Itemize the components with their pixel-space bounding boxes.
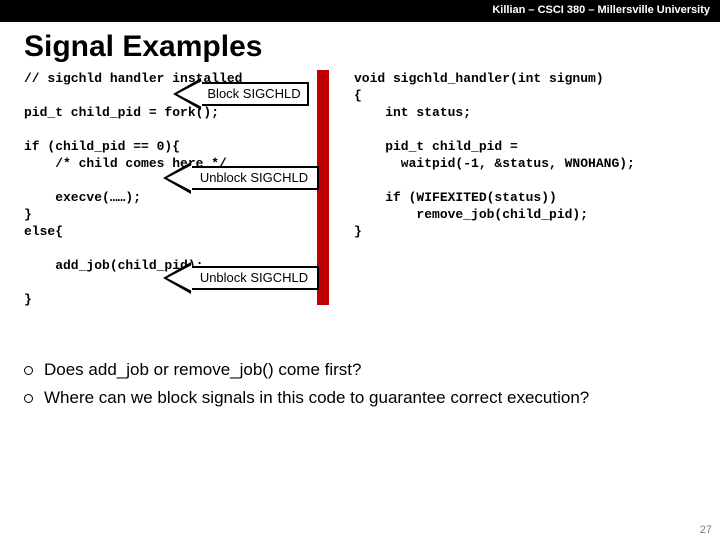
code-right: void sigchld_handler(int signum) { int s… bbox=[354, 70, 635, 240]
page-number: 27 bbox=[700, 524, 712, 536]
bullet-1: Does add_job or remove_job() come first? bbox=[44, 358, 696, 382]
bullet-2: Where can we block signals in this code … bbox=[44, 386, 696, 410]
arrow-unblock-1: Unblock SIGCHLD bbox=[189, 166, 319, 190]
question-list: Does add_job or remove_job() come first?… bbox=[44, 358, 696, 410]
code-area: // sigchld handler installed pid_t child… bbox=[24, 70, 696, 350]
course-header: Killian – CSCI 380 – Millersville Univer… bbox=[0, 0, 720, 22]
arrow-block: Block SIGCHLD bbox=[199, 82, 309, 106]
slide-title: Signal Examples bbox=[24, 30, 720, 64]
arrow-unblock-2: Unblock SIGCHLD bbox=[189, 266, 319, 290]
